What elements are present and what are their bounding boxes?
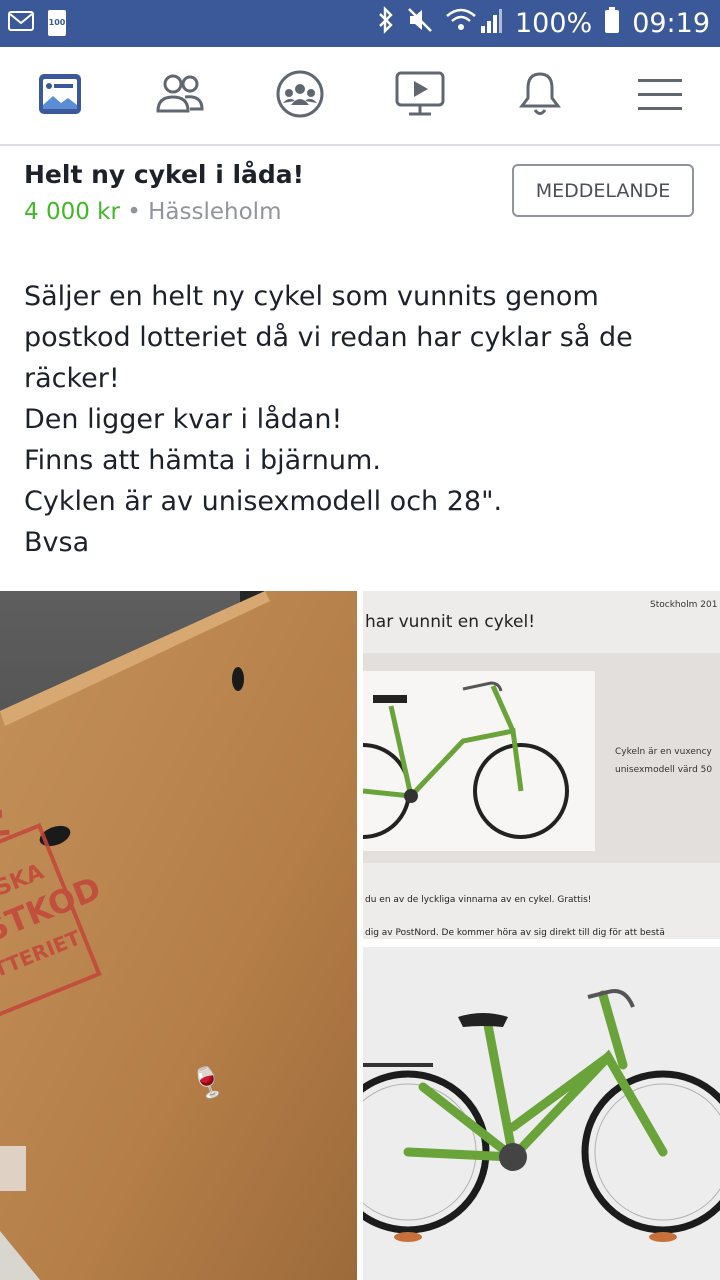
letter-photo-image: Stockholm 201 har vunnit en cykel! Cykel… — [363, 591, 720, 939]
letter-date-fragment: Stockholm 201 — [650, 600, 717, 610]
letter-title-fragment: har vunnit en cykel! — [365, 612, 535, 632]
watch-video-icon — [395, 71, 445, 121]
photo-grid: SVENSKA POSTKOD LOTTERIET 🍷 Stockholm 20… — [0, 591, 720, 1280]
description-line: postkod lotteriet då vi redan har cyklar… — [24, 322, 633, 353]
photo-box[interactable]: SVENSKA POSTKOD LOTTERIET 🍷 — [0, 591, 357, 1280]
listing-description: Säljer en helt ny cykel som vunnits geno… — [24, 276, 704, 563]
description-line: Bvsa — [24, 527, 90, 558]
listing-meta: 4 000 kr • Hässleholm — [24, 199, 281, 225]
description-line: Finns att hämta i bjärnum. — [24, 445, 381, 476]
groups-icon — [275, 69, 325, 123]
nav-menu[interactable] — [600, 47, 720, 144]
gmail-icon — [8, 11, 34, 35]
friends-icon — [155, 73, 205, 119]
listing-title: Helt ny cykel i låda! — [24, 160, 305, 189]
top-nav-bar — [0, 47, 720, 146]
meta-separator: • — [127, 199, 141, 225]
letter-body-line-2: dig av PostNord. De kommer höra av sig d… — [365, 928, 665, 938]
nav-notifications[interactable] — [480, 47, 600, 144]
nav-news-feed[interactable] — [0, 47, 120, 144]
battery-icon — [604, 6, 620, 41]
nav-watch[interactable] — [360, 47, 480, 144]
listing-header: Helt ny cykel i låda! 4 000 kr • Hässleh… — [0, 146, 720, 246]
letter-side-text-2: unisexmodell värd 50 — [615, 765, 712, 775]
news-feed-icon — [37, 72, 83, 120]
hamburger-menu-icon — [637, 76, 683, 116]
photo-letter[interactable]: Stockholm 201 har vunnit en cykel! Cykel… — [363, 591, 720, 939]
letter-side-text-1: Cykeln är en vuxency — [615, 747, 713, 757]
nav-groups[interactable] — [240, 47, 360, 144]
wifi-signal-icon — [445, 6, 503, 41]
description-line: Cyklen är av unisexmodell och 28". — [24, 486, 503, 517]
description-line: Den ligger kvar i lådan! — [24, 404, 343, 435]
bluetooth-icon — [377, 6, 395, 41]
battery-percent: 100% — [514, 8, 593, 39]
clock: 09:19 — [632, 8, 710, 39]
status-bar: 100 100% 09:19 — [0, 0, 720, 47]
letter-body-line-1: du en av de lyckliga vinnarna av en cyke… — [365, 895, 591, 905]
bike-photo-image — [363, 947, 720, 1280]
listing-price: 4 000 kr — [24, 199, 120, 225]
listing-location[interactable]: Hässleholm — [148, 199, 281, 225]
battery-storage-icon: 100 — [48, 10, 66, 36]
nav-friends[interactable] — [120, 47, 240, 144]
box-photo-image: SVENSKA POSTKOD LOTTERIET 🍷 — [0, 591, 357, 1280]
message-button[interactable]: MEDDELANDE — [512, 164, 694, 217]
photo-bike[interactable] — [363, 947, 720, 1280]
bell-icon — [518, 70, 562, 122]
description-line: Säljer en helt ny cykel som vunnits geno… — [24, 281, 599, 312]
description-line: räcker! — [24, 363, 120, 394]
mute-icon — [407, 6, 433, 41]
